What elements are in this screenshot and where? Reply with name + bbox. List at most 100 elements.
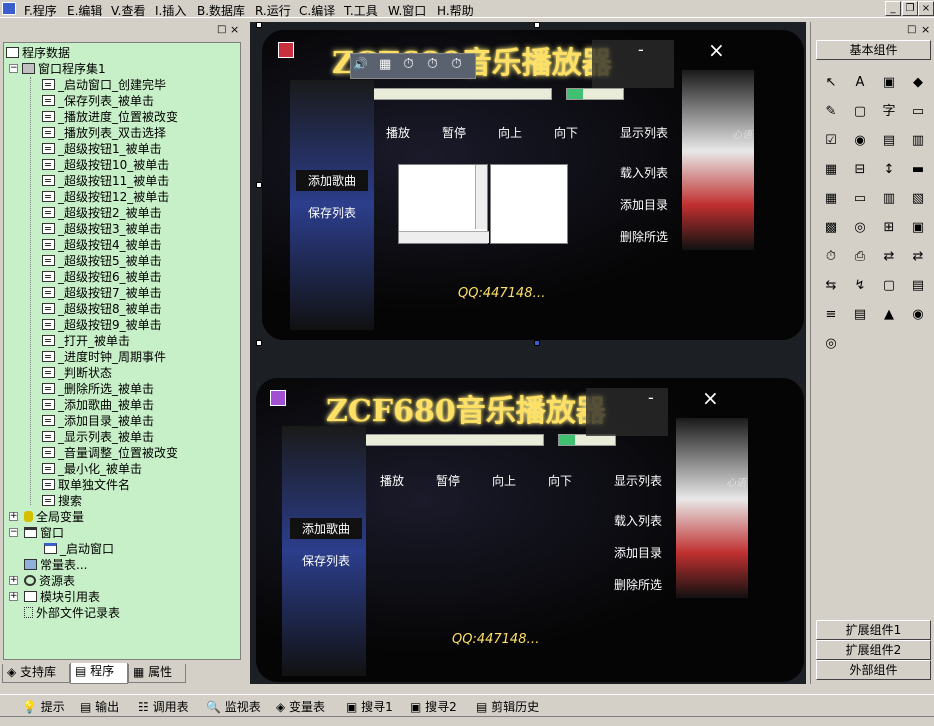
search1-tab[interactable]: ▣ 搜寻1 [346,698,393,715]
watch-table-tab[interactable]: 🔍 监视表 [206,698,261,715]
tree-subroutine[interactable]: 搜索 [42,493,82,509]
button-icon[interactable]: ▭ [848,188,872,210]
scroll-icon[interactable]: ▬ [906,159,930,181]
database-icon[interactable]: ▤ [848,304,872,326]
image-icon[interactable]: ▣ [877,72,901,94]
timer-icon[interactable]: ⏱ [427,56,438,72]
tree-icon[interactable]: ⊞ [877,217,901,239]
app-music-icon[interactable] [270,390,286,406]
minimize-icon[interactable]: _ [885,1,901,16]
label-icon[interactable]: A [848,72,872,94]
tab-icon[interactable]: ▤ [906,275,930,297]
grid-icon[interactable]: ▦ [819,188,843,210]
tree-subroutine[interactable]: _超级按钮1_被单击 [42,141,162,157]
playlist-box[interactable] [398,164,489,244]
prev-button[interactable]: 向上 [498,124,522,141]
stack-icon[interactable]: ≡ [819,304,843,326]
horizontal-scrollbar[interactable] [399,231,489,243]
tree-subroutine[interactable]: _超级按钮9_被单击 [42,317,162,333]
prev-button[interactable]: 向上 [492,472,516,489]
tree-external-files[interactable]: 外部文件记录表 [24,605,120,621]
menu-program[interactable]: F.程序 [24,2,57,19]
add-song-button[interactable]: 添加歌曲 [296,170,369,191]
tree-subroutine[interactable]: _打开_被单击 [42,333,130,349]
variable-table-tab[interactable]: ◈ 变量表 [276,698,325,715]
tree-subroutine[interactable]: _播放进度_位置被改变 [42,109,178,125]
tree-subroutine[interactable]: _添加歌曲_被单击 [42,397,154,413]
collapse-icon[interactable]: − [9,64,18,73]
menu-help[interactable]: H.帮助 [437,2,474,19]
add-dir-button[interactable]: 添加目录 [620,196,668,213]
resize-handle[interactable] [256,340,262,346]
menu-edit[interactable]: E.编辑 [67,2,102,19]
list-icon[interactable]: ▥ [906,130,930,152]
spin-icon[interactable]: ↕ [877,159,901,181]
save-list-button[interactable]: 保存列表 [308,204,356,221]
link-icon[interactable]: ⇆ [819,275,843,297]
menu-view[interactable]: V.查看 [111,2,145,19]
tree-root[interactable]: 程序数据 [6,45,70,61]
panel-close-icon[interactable]: × [921,23,930,36]
printer-icon[interactable]: ⎙ [848,246,872,268]
panel-icon[interactable]: ▣ [906,217,930,239]
next-button[interactable]: 向下 [554,124,578,141]
resize-handle[interactable] [534,340,540,346]
odbc-icon[interactable]: ◉ [906,304,930,326]
resize-handle[interactable] [534,22,540,28]
tree-subroutine[interactable]: _超级按钮11_被单击 [42,173,169,189]
file-box[interactable] [490,164,568,244]
pointer-icon[interactable]: ↖ [819,72,843,94]
menu-insert[interactable]: I.插入 [155,2,186,19]
ext-components-1-button[interactable]: 扩展组件1 [816,620,931,640]
network-icon[interactable]: ⇄ [906,246,930,268]
text-icon[interactable]: 字 [877,101,901,123]
call-table-tab[interactable]: ☷ 调用表 [138,698,189,715]
show-list-button[interactable]: 显示列表 [614,472,662,489]
pause-button[interactable]: 暂停 [442,124,466,141]
minimize-button[interactable]: - [648,388,654,407]
menu-tools[interactable]: T.工具 [344,2,378,19]
resize-handle[interactable] [256,22,262,28]
folder-icon[interactable]: ▥ [877,188,901,210]
group-icon[interactable]: ▤ [877,130,901,152]
tree-subroutine[interactable]: _超级按钮2_被单击 [42,205,162,221]
show-list-button[interactable]: 显示列表 [620,124,668,141]
tree-subroutine[interactable]: _超级按钮3_被单击 [42,221,162,237]
timer-icon[interactable]: ⏱ [403,56,414,72]
search2-tab[interactable]: ▣ 搜寻2 [410,698,457,715]
network-icon[interactable]: ⇄ [877,246,901,268]
tree-set[interactable]: 窗口程序集1 [22,61,106,77]
delete-selected-button[interactable]: 删除所选 [614,576,662,593]
app-icon[interactable] [2,2,16,15]
speaker-icon[interactable]: 🔊 [353,57,368,71]
tree-global-vars[interactable]: 全局变量 [24,509,84,525]
tree-start-window[interactable]: _启动窗口 [44,541,114,557]
basic-components-button[interactable]: 基本组件 [816,40,931,60]
tree-subroutine[interactable]: _进度时钟_周期事件 [42,349,166,365]
load-list-button[interactable]: 载入列表 [620,164,668,181]
tree-subroutine[interactable]: _超级按钮5_被单击 [42,253,162,269]
table-icon[interactable]: ▦ [819,159,843,181]
clip-history-tab[interactable]: ▤ 剪辑历史 [476,698,539,715]
load-list-button[interactable]: 载入列表 [614,512,662,529]
data-icon[interactable]: ▩ [819,217,843,239]
expand-icon[interactable]: + [9,592,18,601]
keyboard-icon[interactable]: ▦ [379,57,391,72]
odbc2-icon[interactable]: ◎ [819,333,843,355]
tab-program[interactable]: ▤ 程序 [70,663,128,684]
frame-icon[interactable]: ▢ [877,275,901,297]
tree-constants[interactable]: 常量表... [24,557,87,573]
shape-icon[interactable]: ◆ [906,72,930,94]
close-button[interactable]: × [708,38,725,62]
tree-subroutine[interactable]: _播放列表_双击选择 [42,125,166,141]
hint-tab[interactable]: 💡 提示 [22,698,65,715]
tree-subroutine[interactable]: _保存列表_被单击 [42,93,154,109]
tree-subroutine[interactable]: _超级按钮6_被单击 [42,269,162,285]
add-song-button[interactable]: 添加歌曲 [290,518,363,539]
tree-subroutine[interactable]: _音量调整_位置被改变 [42,445,178,461]
menu-run[interactable]: R.运行 [255,2,291,19]
tab-properties[interactable]: ▦ 属性 [128,664,186,683]
next-button[interactable]: 向下 [548,472,572,489]
ruler-icon[interactable]: ⊟ [848,159,872,181]
panel-close-icon[interactable]: × [230,23,239,36]
